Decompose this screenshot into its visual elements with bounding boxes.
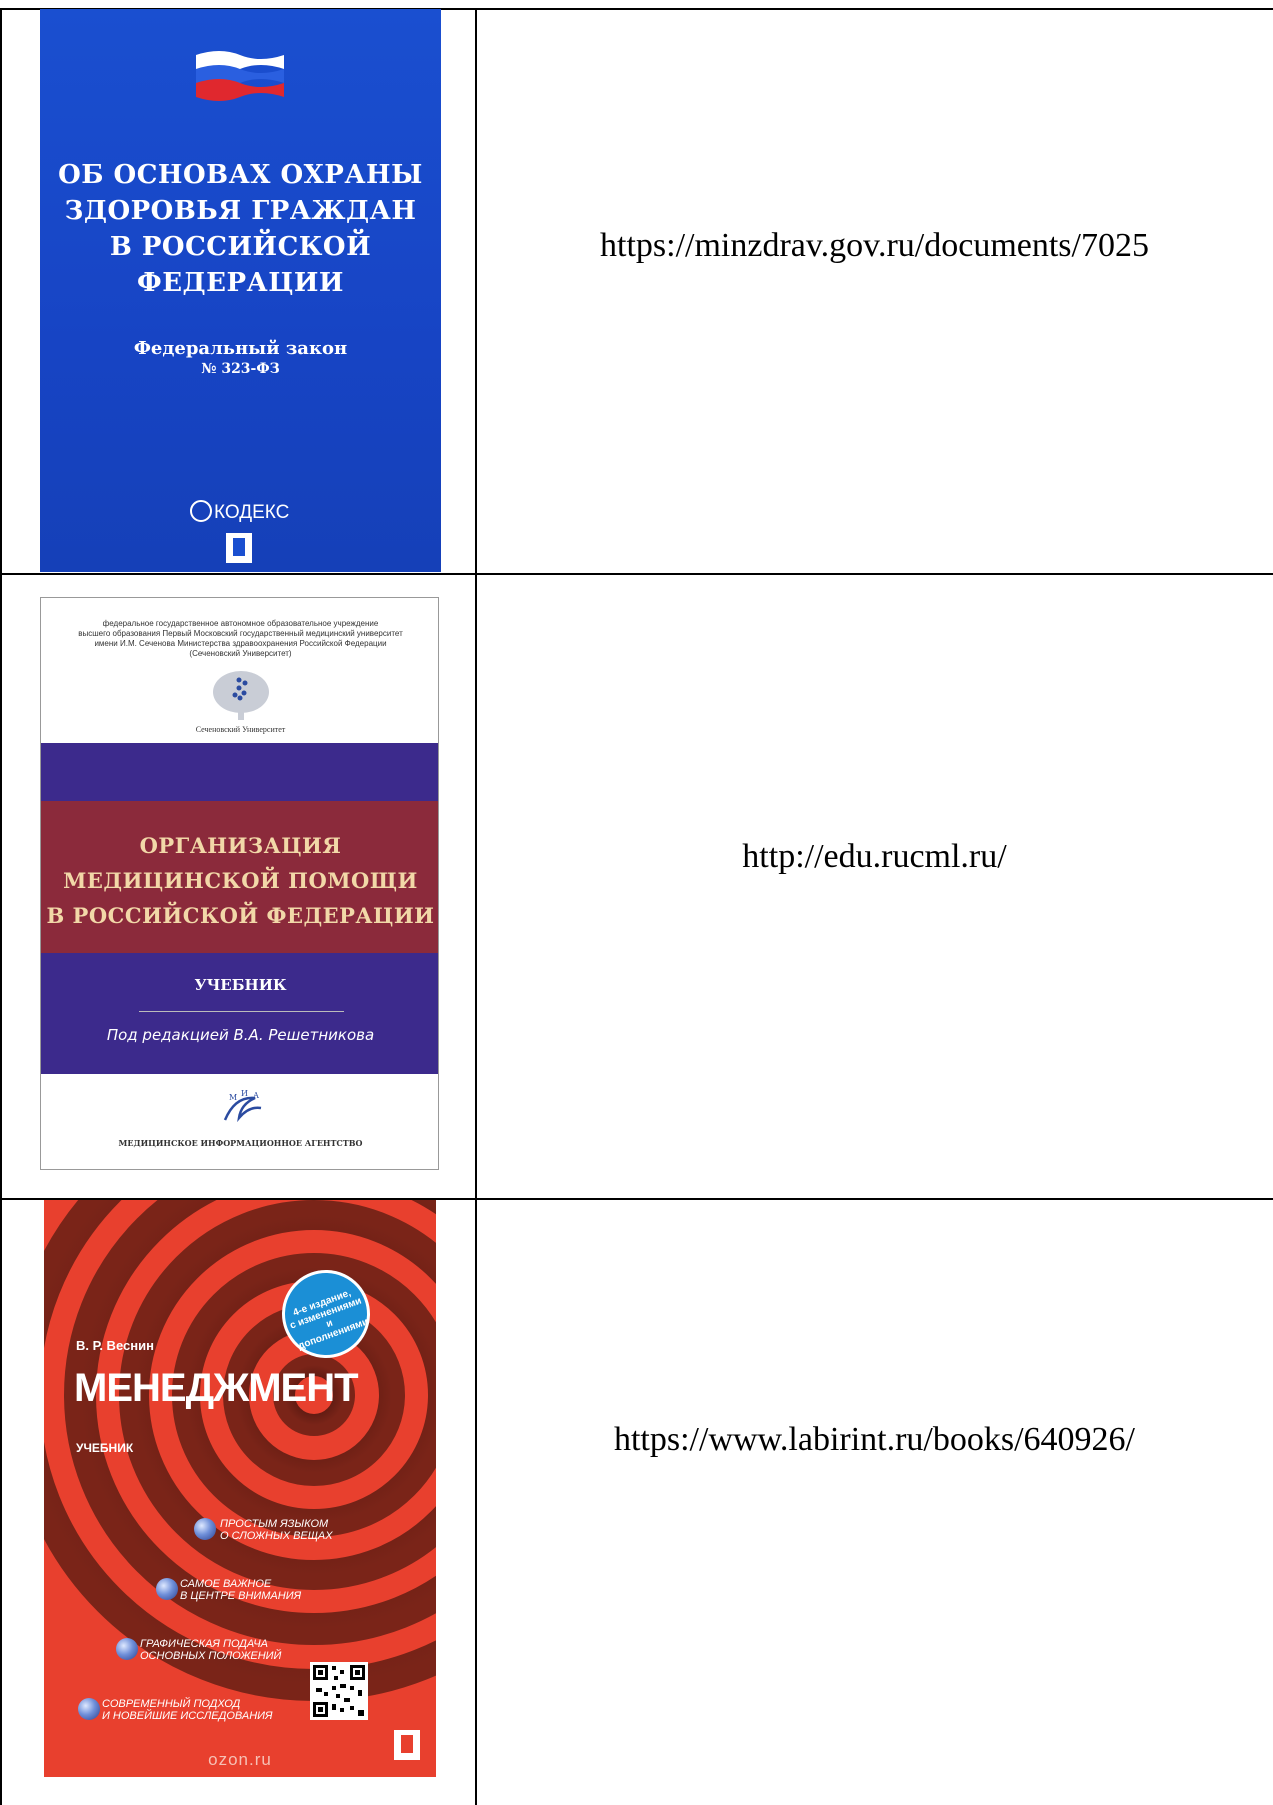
concentric-rings-graphic (44, 1200, 436, 1701)
institution-line: федеральное государственное автономное о… (102, 619, 379, 628)
prospekt-logo-icon (394, 1730, 420, 1760)
publisher-name: КОДЕКС (214, 502, 290, 523)
publisher-logo: КОДЕКС (190, 500, 289, 524)
watermark-text: ozon.ru (208, 1750, 272, 1769)
institution-text: федеральное государственное автономное о… (49, 619, 432, 659)
cover-title-line: В РОССИЙСКОЙ ФЕДЕРАЦИИ (46, 903, 435, 928)
feature-bullet-icon (156, 1578, 178, 1600)
feature-bullet-icon (116, 1638, 138, 1660)
feature-line: СОВРЕМЕННЫЙ ПОДХОД (102, 1698, 241, 1710)
publisher-name: МЕДИЦИНСКОЕ ИНФОРМАЦИОННОЕ АГЕНТСТВО (118, 1138, 363, 1148)
feature-line: В ЦЕНТРЕ ВНИМАНИЯ (180, 1590, 302, 1602)
institution-line: (Сеченовский Университет) (189, 649, 292, 658)
qr-code-icon (310, 1662, 368, 1720)
university-name: Сеченовский Университет (195, 725, 286, 734)
svg-text:А: А (253, 1091, 259, 1100)
cover-band-top (41, 743, 438, 801)
svg-text:М: М (229, 1093, 237, 1102)
cover-band-bottom (41, 953, 438, 1074)
row-divider (0, 573, 1273, 575)
kodeks-icon (190, 500, 212, 522)
cover-title-line: В РОССИЙСКОЙ (109, 232, 372, 262)
book-cover-law-323: ОБ ОСНОВАХ ОХРАНЫ ЗДОРОВЬЯ ГРАЖДАН В РОС… (40, 9, 441, 572)
feature-text: САМОЕ ВАЖНОЕ В ЦЕНТРЕ ВНИМАНИЯ (180, 1578, 301, 1602)
cover-title-line: ОРГАНИЗАЦИЯ (139, 833, 342, 858)
editor-text: Под редакцией В.А. Решетникова (106, 1026, 375, 1044)
author-name: В. Р. Веснин (76, 1338, 154, 1353)
cover-title: МЕНЕДЖМЕНТ (74, 1366, 359, 1410)
prospekt-logo-icon (226, 533, 252, 563)
feature-line: ОСНОВНЫХ ПОЛОЖЕНИЙ (140, 1650, 282, 1662)
cover-title-line: МЕДИЦИНСКОЙ ПОМОЩИ (63, 868, 418, 893)
law-number: № 323-ФЗ (201, 361, 280, 377)
cover-subtitle: Федеральный закон (133, 338, 348, 359)
url-text: https://www.labirint.ru/books/640926/ (613, 1421, 1135, 1458)
resource-table: ОБ ОСНОВАХ ОХРАНЫ ЗДОРОВЬЯ ГРАЖДАН В РОС… (0, 0, 1273, 1805)
institution-line: имени И.М. Сеченова Министерства здравоо… (94, 639, 387, 648)
feature-line: ПРОСТЫМ ЯЗЫКОМ (220, 1518, 329, 1530)
cover-title-line: ОБ ОСНОВАХ ОХРАНЫ (58, 160, 423, 190)
russian-flag-icon (196, 51, 284, 101)
feature-bullet-icon (78, 1698, 100, 1720)
feature-text: ПРОСТЫМ ЯЗЫКОМ О СЛОЖНЫХ ВЕЩАХ (220, 1518, 333, 1542)
cover-title-line: ЗДОРОВЬЯ ГРАЖДАН (64, 196, 417, 226)
feature-line: ГРАФИЧЕСКАЯ ПОДАЧА (140, 1638, 268, 1650)
feature-line: САМОЕ ВАЖНОЕ (180, 1578, 272, 1590)
table-border-left (0, 8, 2, 1805)
sechenov-tree-icon (213, 671, 269, 720)
feature-text: ГРАФИЧЕСКАЯ ПОДАЧА ОСНОВНЫХ ПОЛОЖЕНИЙ (140, 1638, 281, 1662)
cover-title-line: ФЕДЕРАЦИИ (137, 268, 344, 298)
feature-text: СОВРЕМЕННЫЙ ПОДХОД И НОВЕЙШИЕ ИССЛЕДОВАН… (102, 1698, 273, 1722)
url-text: http://edu.rucml.ru/ (742, 838, 1007, 875)
institution-line: высшего образования Первый Московский го… (78, 629, 403, 638)
book-cover-medical-organization: федеральное государственное автономное о… (40, 597, 439, 1170)
cover-title: ОБ ОСНОВАХ ОХРАНЫ ЗДОРОВЬЯ ГРАЖДАН В РОС… (40, 157, 441, 301)
feature-line: О СЛОЖНЫХ ВЕЩАХ (220, 1530, 333, 1542)
book-type: УЧЕБНИК (76, 1441, 134, 1455)
svg-text:И: И (241, 1089, 248, 1098)
url-text: https://minzdrav.gov.ru/documents/7025 (600, 227, 1149, 264)
feature-line: И НОВЕЙШИЕ ИССЛЕДОВАНИЯ (102, 1710, 273, 1722)
divider (139, 1011, 344, 1012)
cover-title: ОРГАНИЗАЦИЯ МЕДИЦИНСКОЙ ПОМОЩИ В РОССИЙС… (41, 828, 438, 933)
feature-bullet-icon (194, 1518, 216, 1540)
column-divider (475, 8, 477, 1805)
mia-logo-icon: М И А (223, 1089, 262, 1123)
book-cover-management: 4-е издание, с изменениями и дополнениям… (44, 1200, 436, 1777)
book-type: УЧЕБНИК (194, 976, 287, 994)
